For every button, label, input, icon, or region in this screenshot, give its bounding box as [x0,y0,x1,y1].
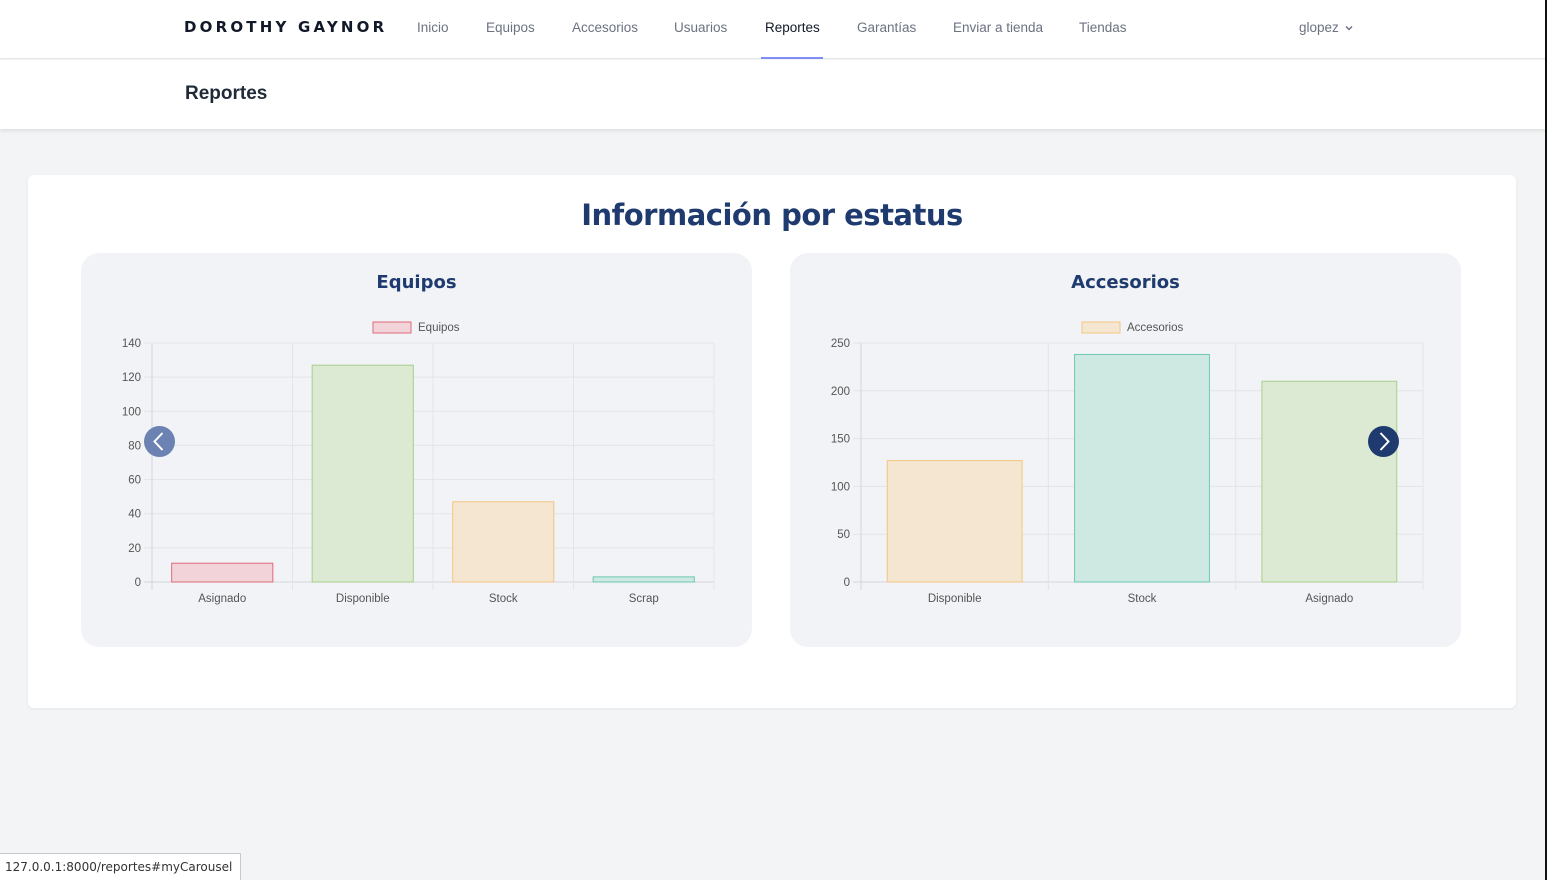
top-navbar: DOROTHY GAYNOR Inicio Equipos Accesorios… [0,0,1547,59]
bar [311,364,414,583]
y-tick-label: 150 [831,434,850,446]
x-tick-label: Scrap [629,593,659,605]
active-nav-indicator [761,57,823,59]
y-tick-label: 200 [831,386,850,398]
chevron-left-icon [153,432,164,451]
bar [452,501,555,583]
nav-link-usuarios[interactable]: Usuarios [674,20,727,35]
chart-panel-accesorios: Accesorios 0 50 100 150 200 250 Disponible Stoc… [790,253,1461,647]
browser-status-bar: 127.0.0.1:8000/reportes#myCarousel [0,853,242,880]
carousel-prev-button[interactable] [144,426,175,457]
x-tick-label: Disponible [336,593,390,605]
legend-label: Equipos [418,322,460,334]
bar [886,460,1023,583]
nav-link-accesorios[interactable]: Accesorios [572,20,638,35]
chart-panel-equipos: Equipos 0 20 40 60 80 100 120 140 Asignado Dispon… [81,253,752,647]
y-tick-label: 250 [831,338,850,350]
user-name: glopez [1299,20,1339,35]
page-title: Reportes [185,83,268,104]
bar-chart-equipos: 0 20 40 60 80 100 120 140 Asignado Disponible Stoc… [122,321,715,605]
y-tick-label: 80 [128,440,141,452]
y-tick-label: 140 [122,338,141,350]
legend-swatch [372,321,412,334]
x-tick-label: Stock [1128,593,1157,605]
page-header: Reportes [0,60,1547,129]
x-tick-label: Disponible [928,593,982,605]
nav-link-inicio[interactable]: Inicio [417,20,449,35]
nav-link-tiendas[interactable]: Tiendas [1079,20,1127,35]
carousel-next-button[interactable] [1368,426,1399,457]
x-tick-label: Asignado [198,593,246,605]
nav-link-garantias[interactable]: Garantías [857,20,916,35]
y-tick-label: 50 [837,529,850,541]
nav-link-enviar-a-tienda[interactable]: Enviar a tienda [953,20,1043,35]
x-tick-label: Asignado [1305,593,1353,605]
x-tick-label: Stock [489,593,518,605]
y-tick-label: 20 [128,543,141,555]
y-tick-label: 60 [128,475,141,487]
y-tick-label: 100 [122,406,141,418]
bar-chart-accesorios: 0 50 100 150 200 250 Disponible Stock Asignado Ac… [831,321,1424,605]
nav-link-equipos[interactable]: Equipos [486,20,535,35]
brand-logo[interactable]: DOROTHY GAYNOR [184,18,387,36]
report-card: Información por estatus Equipos 0 20 40 60 8… [28,175,1516,708]
y-tick-label: 120 [122,372,141,384]
y-tick-label: 0 [135,577,141,589]
y-tick-label: 40 [128,509,141,521]
section-title: Información por estatus [581,198,963,232]
chevron-down-icon [1345,25,1353,31]
y-tick-label: 100 [831,481,850,493]
nav-link-reportes[interactable]: Reportes [765,20,820,35]
user-menu-button[interactable]: glopez [1299,20,1353,35]
legend-label: Accesorios [1127,322,1183,334]
bar [171,562,274,583]
legend-swatch [1081,321,1121,334]
bar [592,576,695,583]
chevron-right-icon [1379,432,1390,451]
y-tick-label: 0 [844,577,850,589]
bar [1261,380,1398,583]
bar [1074,353,1210,583]
